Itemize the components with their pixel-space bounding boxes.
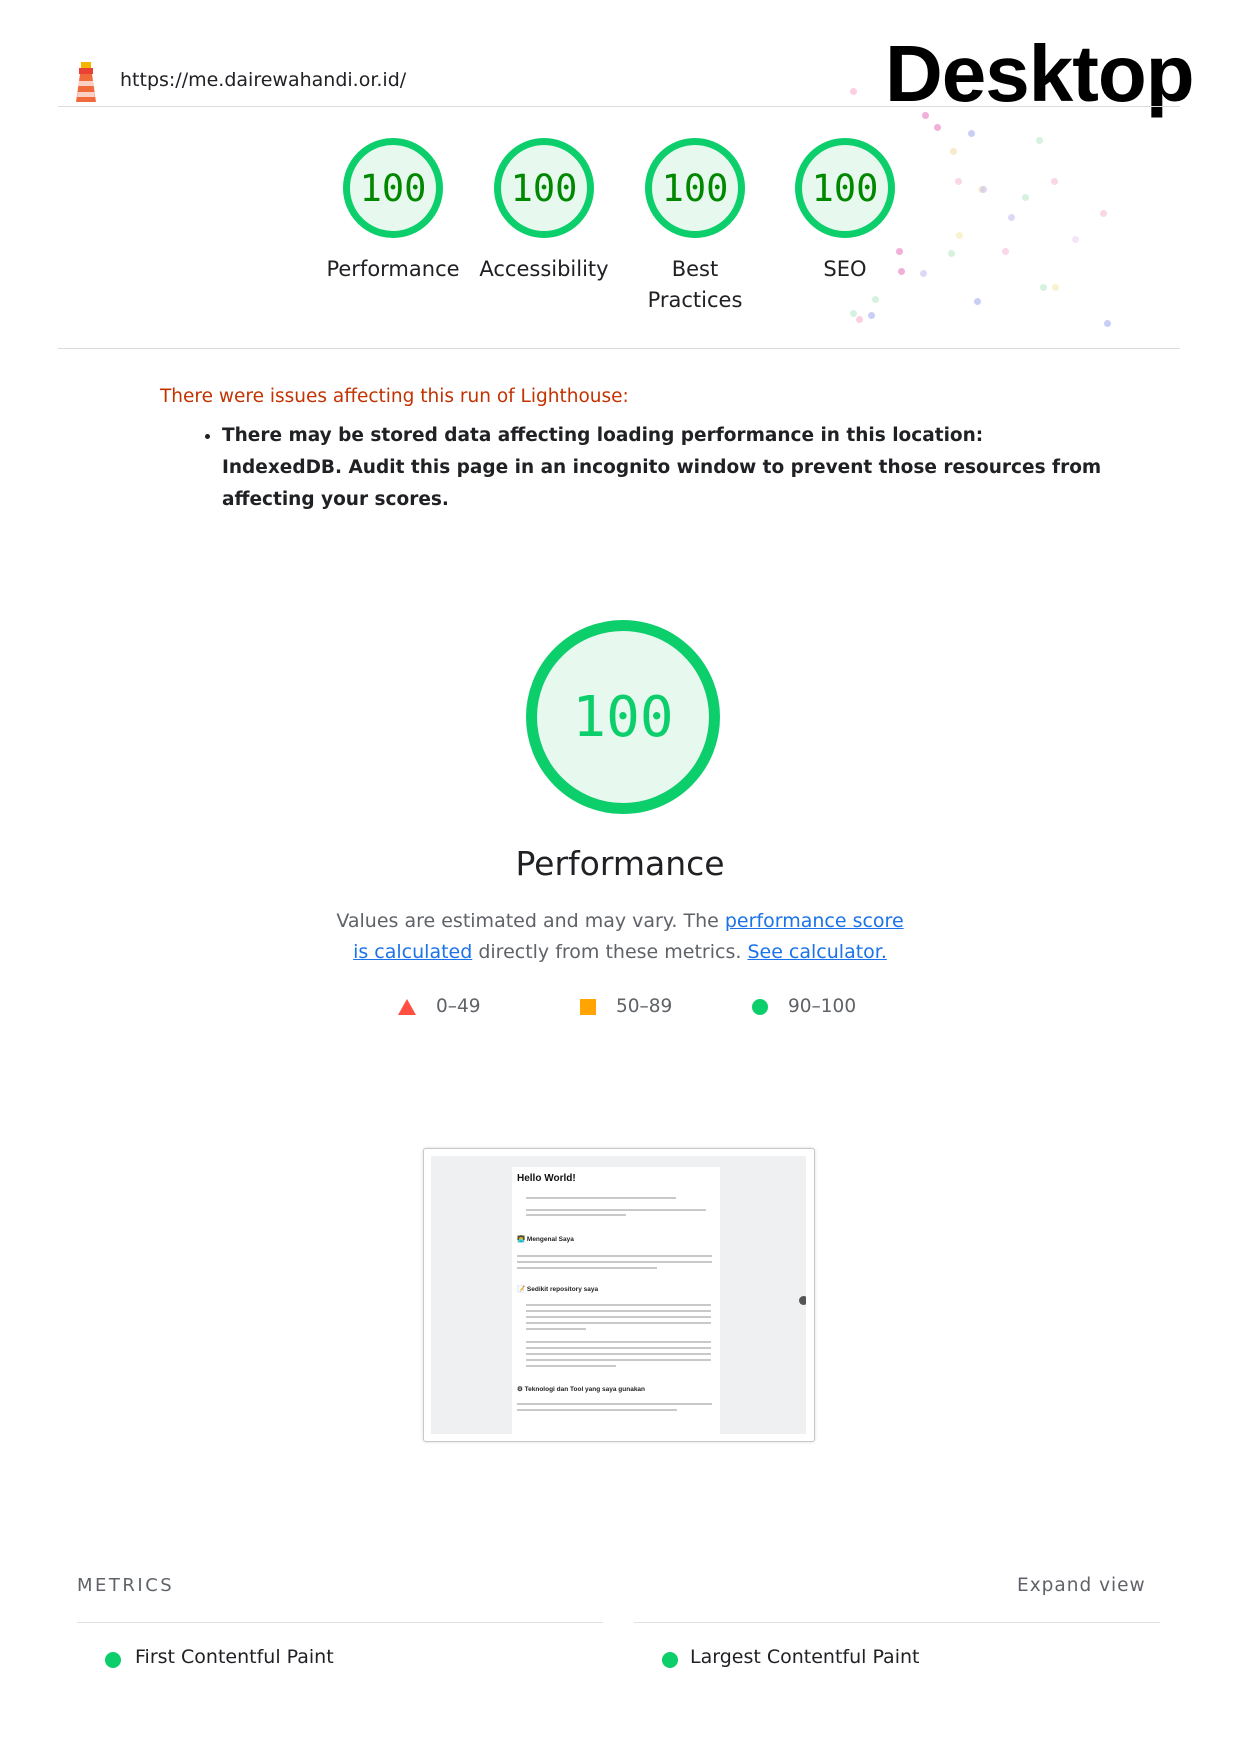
see-calculator-link[interactable]: See calculator. (747, 941, 886, 963)
divider (77, 1622, 603, 1623)
metric-lcp: Largest Contentful Paint (690, 1646, 920, 1668)
performance-title: Performance (515, 844, 725, 883)
gauge-seo[interactable]: 100 SEO (775, 138, 915, 285)
fail-triangle-icon (398, 998, 416, 1015)
screenshot-section-title: 📝 Sedikit repository saya (517, 1286, 599, 1293)
gauge-label: Best Practices (647, 257, 743, 312)
gauge-best-practices[interactable]: 100 Best Practices (625, 138, 765, 316)
divider (58, 106, 1180, 107)
screenshot-page: Hello World! 👨‍💻 Mengenal Saya 📝 Sedikit… (512, 1167, 720, 1434)
divider (58, 348, 1180, 349)
description-text: Values are estimated and may vary. The (336, 910, 725, 932)
gauge-ring: 100 (494, 138, 594, 238)
gauge-performance[interactable]: 100 Performance (323, 138, 463, 285)
gauge-label: SEO (823, 257, 867, 281)
warning-item: There may be stored data affecting loadi… (222, 420, 1102, 516)
average-square-icon (580, 998, 596, 1015)
warnings-list: There may be stored data affecting loadi… (200, 420, 1102, 516)
legend-average-label: 50–89 (616, 996, 673, 1017)
screenshot-section-title: 👨‍💻 Mengenal Saya (517, 1236, 574, 1243)
gauge-score: 100 (811, 166, 879, 210)
gauge-ring: 100 (795, 138, 895, 238)
performance-gauge: 100 (526, 620, 720, 814)
warnings-title: There were issues affecting this run of … (160, 386, 629, 407)
performance-score: 100 (572, 684, 674, 750)
pass-circle-icon (752, 998, 768, 1015)
divider (634, 1622, 1160, 1623)
screenshot-viewport: Hello World! 👨‍💻 Mengenal Saya 📝 Sedikit… (431, 1156, 806, 1434)
page-url[interactable]: https://me.dairewahandi.or.id/ (120, 69, 406, 91)
gauge-ring: 100 (343, 138, 443, 238)
final-screenshot[interactable]: Hello World! 👨‍💻 Mengenal Saya 📝 Sedikit… (423, 1148, 815, 1442)
gauge-score: 100 (661, 166, 729, 210)
performance-description: Values are estimated and may vary. The p… (330, 906, 910, 968)
scroll-indicator-icon (799, 1296, 806, 1305)
expand-view-toggle[interactable]: Expand view (1017, 1575, 1146, 1596)
gauge-score: 100 (510, 166, 578, 210)
gauge-label: Performance (326, 257, 460, 281)
pass-circle-icon (662, 1652, 678, 1668)
gauge-ring: 100 (645, 138, 745, 238)
gauge-score: 100 (359, 166, 427, 210)
legend-fail: 0–49 (398, 996, 481, 1017)
legend-pass-label: 90–100 (788, 996, 857, 1017)
gauge-label: Accessibility (479, 257, 609, 281)
gauge-accessibility[interactable]: 100 Accessibility (474, 138, 614, 285)
screenshot-heading: Hello World! (517, 1173, 576, 1184)
lighthouse-logo-icon (76, 62, 96, 102)
metrics-header: METRICS (77, 1575, 175, 1596)
screenshot-section-title: ⚙ Teknologi dan Tool yang saya gunakan (517, 1386, 646, 1393)
legend-fail-label: 0–49 (436, 996, 481, 1017)
pass-circle-icon (105, 1652, 121, 1668)
description-text: directly from these metrics. (472, 941, 748, 963)
legend-pass: 90–100 (752, 996, 856, 1017)
legend-average: 50–89 (580, 996, 672, 1017)
metric-fcp: First Contentful Paint (135, 1646, 334, 1668)
